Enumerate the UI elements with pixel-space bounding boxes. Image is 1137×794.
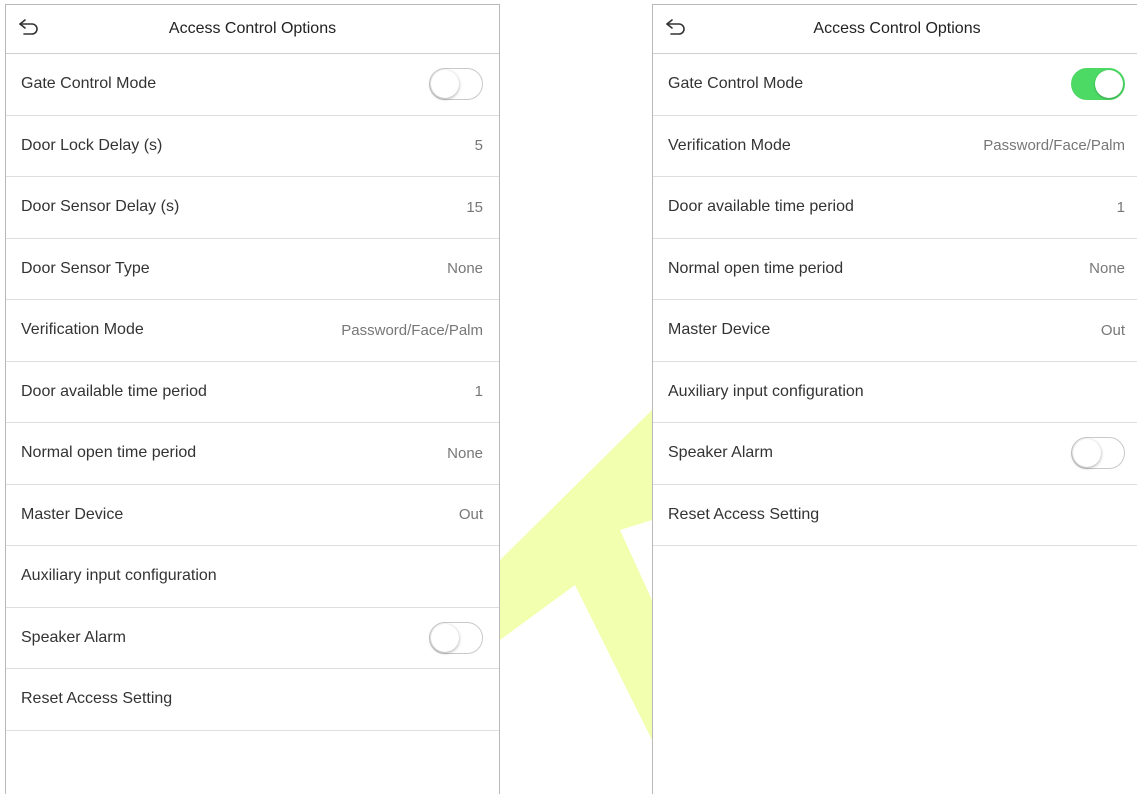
row-value: Password/Face/Palm bbox=[983, 137, 1125, 155]
row-auxiliary-input-configuration[interactable]: Auxiliary input configuration bbox=[653, 362, 1137, 423]
row-door-available-time-period[interactable]: Door available time period 1 bbox=[653, 177, 1137, 239]
row-label: Door Lock Delay (s) bbox=[21, 136, 163, 154]
row-value: 1 bbox=[474, 383, 483, 401]
row-value: 5 bbox=[474, 137, 483, 155]
row-label: Reset Access Setting bbox=[668, 505, 820, 523]
row-label: Door Sensor Type bbox=[21, 259, 150, 277]
row-auxiliary-input-configuration[interactable]: Auxiliary input configuration bbox=[6, 546, 499, 608]
access-control-screen-left: Access Control Options Gate Control Mode… bbox=[5, 4, 500, 794]
header: Access Control Options bbox=[6, 5, 499, 54]
page-title: Access Control Options bbox=[813, 20, 981, 37]
row-label: Verification Mode bbox=[668, 136, 791, 154]
row-label: Normal open time period bbox=[21, 444, 197, 462]
row-door-sensor-delay[interactable]: Door Sensor Delay (s) 15 bbox=[6, 177, 499, 239]
row-verification-mode[interactable]: Verification Mode Password/Face/Palm bbox=[653, 116, 1137, 177]
row-label: Normal open time period bbox=[668, 259, 844, 277]
row-speaker-alarm[interactable]: Speaker Alarm bbox=[653, 423, 1137, 485]
row-value: 1 bbox=[1116, 198, 1125, 216]
gate-control-mode-toggle[interactable] bbox=[1071, 68, 1125, 101]
row-label: Speaker Alarm bbox=[668, 444, 773, 462]
row-gate-control-mode[interactable]: Gate Control Mode bbox=[6, 54, 499, 116]
row-value: None bbox=[447, 260, 483, 278]
header: Access Control Options bbox=[653, 5, 1137, 54]
speaker-alarm-toggle[interactable] bbox=[1071, 437, 1125, 470]
row-value: 15 bbox=[466, 198, 483, 216]
row-door-lock-delay[interactable]: Door Lock Delay (s) 5 bbox=[6, 116, 499, 177]
speaker-alarm-toggle[interactable] bbox=[429, 621, 483, 654]
row-label: Gate Control Mode bbox=[21, 75, 157, 93]
row-normal-open-time-period[interactable]: Normal open time period None bbox=[6, 423, 499, 485]
access-control-screen-right: Access Control Options Gate Control Mode… bbox=[652, 4, 1137, 794]
row-door-sensor-type[interactable]: Door Sensor Type None bbox=[6, 239, 499, 300]
row-value: None bbox=[1089, 260, 1125, 278]
row-value: Password/Face/Palm bbox=[341, 321, 483, 339]
row-reset-access-setting[interactable]: Reset Access Setting bbox=[653, 485, 1137, 546]
row-master-device[interactable]: Master Device Out bbox=[653, 300, 1137, 362]
row-label: Verification Mode bbox=[21, 321, 144, 339]
row-label: Reset Access Setting bbox=[21, 690, 173, 708]
toggle-knob bbox=[1095, 70, 1123, 99]
row-label: Master Device bbox=[668, 321, 771, 339]
row-value: Out bbox=[1100, 321, 1125, 339]
row-label: Door Sensor Delay (s) bbox=[21, 198, 180, 216]
toggle-knob bbox=[431, 623, 459, 652]
row-value: None bbox=[447, 444, 483, 462]
gate-control-mode-toggle[interactable] bbox=[429, 68, 483, 101]
row-label: Master Device bbox=[21, 505, 124, 523]
toggle-knob bbox=[1073, 439, 1101, 468]
row-label: Speaker Alarm bbox=[21, 628, 126, 646]
toggle-knob bbox=[431, 70, 459, 99]
row-gate-control-mode[interactable]: Gate Control Mode bbox=[653, 54, 1137, 116]
row-door-available-time-period[interactable]: Door available time period 1 bbox=[6, 362, 499, 423]
row-label: Door available time period bbox=[668, 198, 854, 216]
back-arrow-icon[interactable] bbox=[665, 18, 687, 38]
row-label: Door available time period bbox=[21, 382, 207, 400]
row-reset-access-setting[interactable]: Reset Access Setting bbox=[6, 669, 499, 731]
row-label: Auxiliary input configuration bbox=[668, 382, 864, 400]
row-value: Out bbox=[458, 506, 483, 524]
row-normal-open-time-period[interactable]: Normal open time period None bbox=[653, 239, 1137, 300]
row-label: Auxiliary input configuration bbox=[21, 567, 217, 585]
row-speaker-alarm[interactable]: Speaker Alarm bbox=[6, 608, 499, 669]
back-arrow-icon[interactable] bbox=[18, 18, 40, 38]
row-verification-mode[interactable]: Verification Mode Password/Face/Palm bbox=[6, 300, 499, 362]
page-title: Access Control Options bbox=[168, 20, 337, 37]
row-label: Gate Control Mode bbox=[668, 75, 804, 93]
row-master-device[interactable]: Master Device Out bbox=[6, 485, 499, 546]
